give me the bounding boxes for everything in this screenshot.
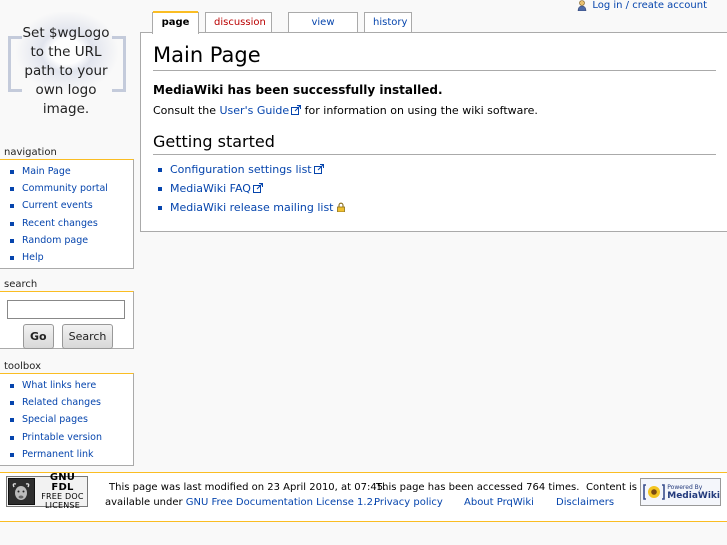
gnu-badge-line: GNU FDL [49,472,76,493]
navigation-portlet: navigation Main Page Community portal Cu… [0,146,134,270]
tab-label: discussion [214,17,266,28]
external-link-icon [291,105,302,115]
accessed-count-text: This page has been accessed 764 times. [376,482,580,493]
search-body: Go Search [0,291,134,349]
sunflower-icon [643,484,665,500]
mediawiki-faq-link[interactable]: MediaWiki FAQ [170,182,251,195]
gnu-badge-line: LICENSE [44,500,80,510]
tab-label: page [161,17,190,28]
search-button[interactable]: Search [61,324,114,349]
tab-page[interactable]: page [152,11,199,34]
mediawiki-logo-icon [643,481,665,503]
list-item: Configuration settings list [153,163,716,176]
powered-by-big: MediaWiki [667,491,720,501]
search-heading: search [4,279,38,290]
toolbox-item-special-pages[interactable]: Special pages [0,411,133,428]
installed-message: MediaWiki has been successfully installe… [153,83,443,97]
main-content: Main Page MediaWiki has been successfull… [140,32,727,232]
toolbox-item-related-changes[interactable]: Related changes [0,394,133,411]
toolbox-item-what-links-here[interactable]: What links here [0,377,133,394]
logo-line: to the URL [30,44,102,60]
sidebar-item-current-events[interactable]: Current events [0,197,133,214]
consult-prefix: Consult the [153,104,220,117]
last-modified-text: This page was last modified on 23 April … [109,482,387,493]
list-item: MediaWiki FAQ [153,182,716,195]
section-heading-getting-started: Getting started [153,132,716,155]
available-under-text: available under [105,497,186,508]
list-item: MediaWiki release mailing list [153,201,716,214]
license-link[interactable]: GNU Free Documentation License 1.2. [186,497,376,508]
logo-line: path to your [24,63,108,79]
tab-label: history [373,17,408,28]
user-icon [578,0,587,11]
go-button[interactable]: Go [23,324,54,349]
toolbox-portlet: toolbox What links here Related changes … [0,360,134,466]
configuration-settings-link[interactable]: Configuration settings list [170,163,312,176]
sidebar-item-main-page[interactable]: Main Page [0,163,133,180]
toolbox-item-printable-version[interactable]: Printable version [0,429,133,446]
personal-tools: Log in / create account [577,0,707,11]
gnu-logo-icon [13,482,30,500]
disclaimers-link[interactable]: Disclaimers [556,497,614,508]
navigation-heading: navigation [4,147,57,158]
tab-view-source[interactable]: view source [288,12,358,47]
sidebar-item-recent-changes[interactable]: Recent changes [0,215,133,232]
sidebar-item-help[interactable]: Help [0,249,133,266]
powered-by-mediawiki-badge[interactable]: Powered By MediaWiki [640,478,721,506]
logo-text: Set $wgLogo to the URL path to your own … [8,24,124,119]
external-link-icon [252,183,263,193]
content-is-text: Content is [586,482,637,493]
release-mailing-list-link[interactable]: MediaWiki release mailing list [170,201,334,214]
footer: GNU FDL FREE DOC LICENSE This page was l… [0,472,727,522]
navigation-body: Main Page Community portal Current event… [0,159,134,270]
tab-history[interactable]: history [364,12,412,33]
logo-line: image. [42,101,90,117]
gnu-head-icon [8,478,35,505]
toolbox-heading: toolbox [4,361,42,372]
logo-line: own logo [35,82,97,98]
page-title: Main Page [153,43,716,71]
gnu-fdl-badge[interactable]: GNU FDL FREE DOC LICENSE [6,473,88,510]
getting-started-list: Configuration settings list MediaWiki FA… [153,163,716,214]
tab-discussion[interactable]: discussion [205,12,272,33]
users-guide-link[interactable]: User's Guide [220,104,290,117]
external-link-icon [313,164,324,174]
login-link[interactable]: Log in / create account [592,0,707,11]
consult-suffix: for information on using the wiki softwa… [301,104,538,117]
license-line: available under GNU Free Documentation L… [105,497,376,508]
privacy-policy-link[interactable]: Privacy policy [374,497,443,508]
gnu-badge-text: GNU FDL FREE DOC LICENSE [38,473,87,510]
sidebar-item-random-page[interactable]: Random page [0,232,133,249]
search-portlet: search Go Search [0,278,134,349]
lock-icon [336,202,345,212]
powered-by-text: Powered By MediaWiki [667,483,720,501]
sidebar-item-community-portal[interactable]: Community portal [0,180,133,197]
toolbox-item-permanent-link[interactable]: Permanent link [0,446,133,463]
logo-line: Set $wgLogo [22,25,110,41]
site-logo[interactable]: Set $wgLogo to the URL path to your own … [0,0,140,135]
consult-paragraph: Consult the User's Guide for information… [153,104,716,117]
about-link[interactable]: About PrqWiki [464,497,534,508]
search-input[interactable] [7,300,125,319]
toolbox-body: What links here Related changes Special … [0,373,134,466]
search-buttons: Go Search [7,324,133,349]
